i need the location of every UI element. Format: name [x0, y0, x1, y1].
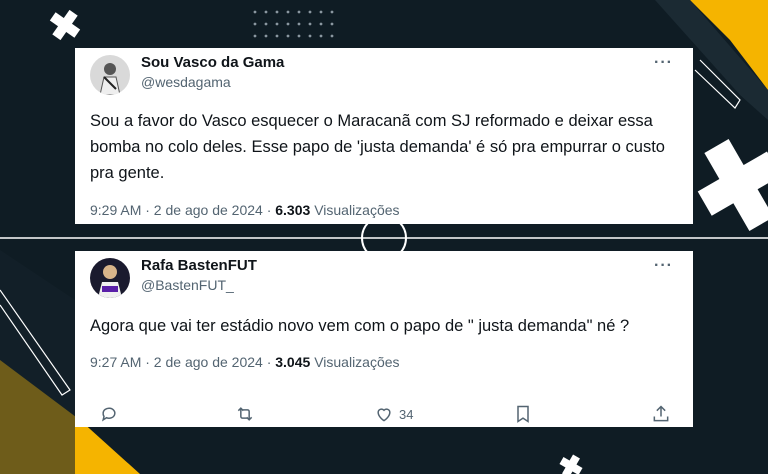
dot-grid-decoration [253, 10, 334, 38]
dark-band-left [0, 250, 75, 474]
reply-icon [101, 407, 116, 422]
share-icon [653, 405, 669, 422]
retweet-icon [237, 407, 253, 421]
views-label: Visualizações [314, 202, 400, 218]
tweet-timestamp[interactable]: 9:29 AM · 2 de ago de 2024 · [90, 202, 271, 218]
tweet-card[interactable]: Rafa BastenFUT @BastenFUT_ ··· Agora que… [75, 251, 693, 427]
tweet-meta: 9:29 AM · 2 de ago de 2024 · 6.303 Visua… [90, 202, 400, 218]
avatar[interactable] [90, 55, 130, 95]
retweet-button[interactable] [235, 404, 255, 424]
bookmark-button[interactable] [513, 404, 533, 424]
views-count: 3.045 [275, 354, 311, 370]
tweet-actions: 34 [75, 404, 693, 428]
avatar[interactable] [90, 258, 130, 298]
reply-button[interactable] [99, 404, 119, 424]
plus-icon-bottom [559, 454, 583, 474]
more-horizontal-icon[interactable]: ··· [654, 257, 673, 275]
plus-icon-top-left [49, 9, 81, 41]
views-label: Visualizações [314, 354, 400, 370]
more-horizontal-icon[interactable]: ··· [654, 54, 673, 72]
author-name[interactable]: Sou Vasco da Gama [141, 54, 284, 71]
heart-icon [377, 408, 391, 422]
views-count: 6.303 [275, 202, 311, 218]
tweet-card[interactable]: Sou Vasco da Gama @wesdagama ··· Sou a f… [75, 48, 693, 224]
author-handle[interactable]: @wesdagama [141, 74, 231, 90]
tweet-meta: 9:27 AM · 2 de ago de 2024 · 3.045 Visua… [90, 354, 400, 370]
bookmark-icon [517, 405, 529, 423]
author-name[interactable]: Rafa BastenFUT [141, 257, 257, 274]
like-button[interactable]: 34 [374, 404, 413, 424]
tweet-timestamp[interactable]: 9:27 AM · 2 de ago de 2024 · [90, 354, 271, 370]
plus-icon-right [697, 139, 768, 231]
tweet-text: Agora que vai ter estádio novo vem com o… [90, 317, 630, 335]
like-count: 34 [399, 406, 414, 422]
author-handle[interactable]: @BastenFUT_ [141, 277, 234, 293]
tweet-text: Sou a favor do Vasco esquecer o Maracanã… [90, 112, 665, 182]
share-button[interactable] [651, 404, 671, 424]
